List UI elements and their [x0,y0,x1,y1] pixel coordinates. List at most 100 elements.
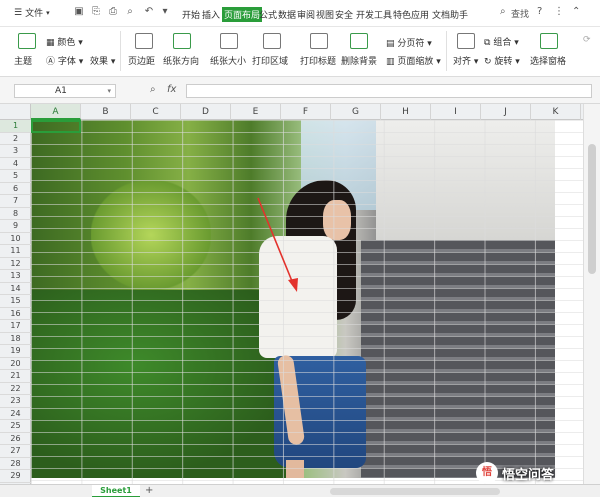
row-header[interactable]: 22 [0,383,31,395]
delete-background-icon[interactable] [350,33,368,49]
page-zoom-button[interactable]: ▥ 页面缩放 ▾ [386,54,441,67]
more-icon[interactable]: ⋮ [554,6,564,17]
column-header[interactable]: D [181,104,231,120]
row-header[interactable]: 18 [0,333,31,345]
print-area-icon[interactable] [263,33,281,49]
row-header[interactable]: 29 [0,470,31,483]
row-header[interactable]: 17 [0,320,31,333]
export-pdf-icon[interactable]: ⎘ [90,6,102,18]
print-titles-icon[interactable] [310,33,328,49]
row-header[interactable]: 9 [0,220,31,233]
redo-dropdown-icon[interactable]: ▾ [159,6,171,18]
more-ribbon-icon[interactable]: ⟳ [583,35,591,45]
search-icon[interactable]: ⌕ [500,6,506,17]
tab-10[interactable]: 文档助手 [432,8,468,21]
page-break-button[interactable]: ▤ 分页符 ▾ [386,36,432,49]
horizontal-scrollbar[interactable] [330,488,500,495]
row-header[interactable]: 27 [0,445,31,458]
theme-button[interactable]: 主题 [14,54,32,67]
row-header[interactable]: 24 [0,408,31,420]
inserted-photo[interactable] [31,120,555,478]
row-header[interactable]: 1 [0,120,31,133]
tab-8[interactable]: 开发工具 [356,8,392,21]
row-header[interactable]: 25 [0,420,31,433]
help-icon[interactable]: ? [537,6,542,17]
row-header[interactable]: 4 [0,158,31,170]
row-header[interactable]: 28 [0,458,31,470]
column-header[interactable]: E [231,104,281,120]
active-cell-a1[interactable] [31,120,81,133]
effects-button[interactable]: 效果 ▾ [90,54,115,67]
row-header[interactable]: 2 [0,133,31,145]
file-menu[interactable]: ☰ 文件 ▾ [14,6,50,20]
row-header[interactable]: 14 [0,283,31,295]
tab-0[interactable]: 开始 [182,8,200,21]
column-header[interactable]: J [481,104,531,120]
undo-icon[interactable]: ↶ [143,6,155,18]
align-icon[interactable] [457,33,475,49]
row-header[interactable]: 13 [0,270,31,283]
tab-3[interactable]: 公式 [259,8,277,21]
collapse-ribbon-icon[interactable]: ⌃ [572,6,580,17]
align-button[interactable]: 对齐 ▾ [453,54,478,67]
row-header[interactable]: 21 [0,370,31,383]
column-header[interactable]: C [131,104,181,120]
select-all-corner[interactable] [0,104,31,120]
delete-background-button[interactable]: 删除背景 [341,54,377,67]
fx-icon[interactable]: fx [167,84,176,95]
row-header[interactable]: 10 [0,233,31,245]
tab-1[interactable]: 插入 [202,8,220,21]
row-header[interactable]: 8 [0,208,31,220]
row-header[interactable]: 11 [0,245,31,258]
scrollbar-thumb[interactable] [588,144,596,274]
column-header[interactable]: H [381,104,431,120]
rotate-button[interactable]: ↻ 旋转 ▾ [484,54,520,67]
column-header[interactable]: B [81,104,131,120]
row-header[interactable]: 5 [0,170,31,183]
orientation-icon[interactable] [173,33,191,49]
row-header[interactable]: 16 [0,308,31,320]
print-titles-button[interactable]: 打印标题 [300,54,336,67]
name-box[interactable]: A1 ▾ [14,84,116,98]
row-header[interactable]: 23 [0,395,31,408]
row-header[interactable]: 3 [0,145,31,158]
tab-4[interactable]: 数据 [278,8,296,21]
margins-button[interactable]: 页边距 [128,54,155,67]
column-header[interactable]: I [431,104,481,120]
selection-pane-button[interactable]: 选择窗格 [530,54,566,67]
row-header[interactable]: 6 [0,183,31,195]
row-header[interactable]: 19 [0,345,31,358]
tab-2[interactable]: 页面布局 [222,7,263,22]
add-sheet-button[interactable]: + [145,485,153,497]
row-header[interactable]: 7 [0,195,31,208]
paper-size-button[interactable]: 纸张大小 [210,54,246,67]
fonts-button[interactable]: Ⓐ 字体 ▾ [46,54,83,67]
margins-icon[interactable] [135,33,153,49]
paper-size-icon[interactable] [220,33,238,49]
column-header[interactable]: K [531,104,581,120]
formula-input[interactable] [186,84,592,98]
selection-pane-icon[interactable] [540,33,558,49]
row-header[interactable]: 12 [0,258,31,270]
row-header[interactable]: 20 [0,358,31,370]
tab-5[interactable]: 审阅 [297,8,315,21]
tab-6[interactable]: 视图 [316,8,334,21]
column-header[interactable]: F [281,104,331,120]
row-header[interactable]: 15 [0,295,31,308]
tab-7[interactable]: 安全 [335,8,353,21]
sheet-tab[interactable]: Sheet1 [92,485,140,497]
row-header[interactable]: 26 [0,433,31,445]
print-preview-icon[interactable]: ⌕ [124,6,136,18]
save-icon[interactable]: ▣ [73,6,85,18]
colors-button[interactable]: ▦ 颜色 ▾ [46,35,83,48]
tab-9[interactable]: 特色应用 [393,8,429,21]
vertical-scrollbar[interactable] [583,104,600,484]
print-icon[interactable]: ⎙ [107,6,119,18]
theme-icon[interactable] [18,33,36,49]
column-header[interactable]: A [31,104,81,120]
search-label[interactable]: 查找 [511,7,529,20]
column-header[interactable]: G [331,104,381,120]
orientation-button[interactable]: 纸张方向 [163,54,199,67]
print-area-button[interactable]: 打印区域 [252,54,288,67]
zoom-icon[interactable]: ⌕ [150,84,156,95]
